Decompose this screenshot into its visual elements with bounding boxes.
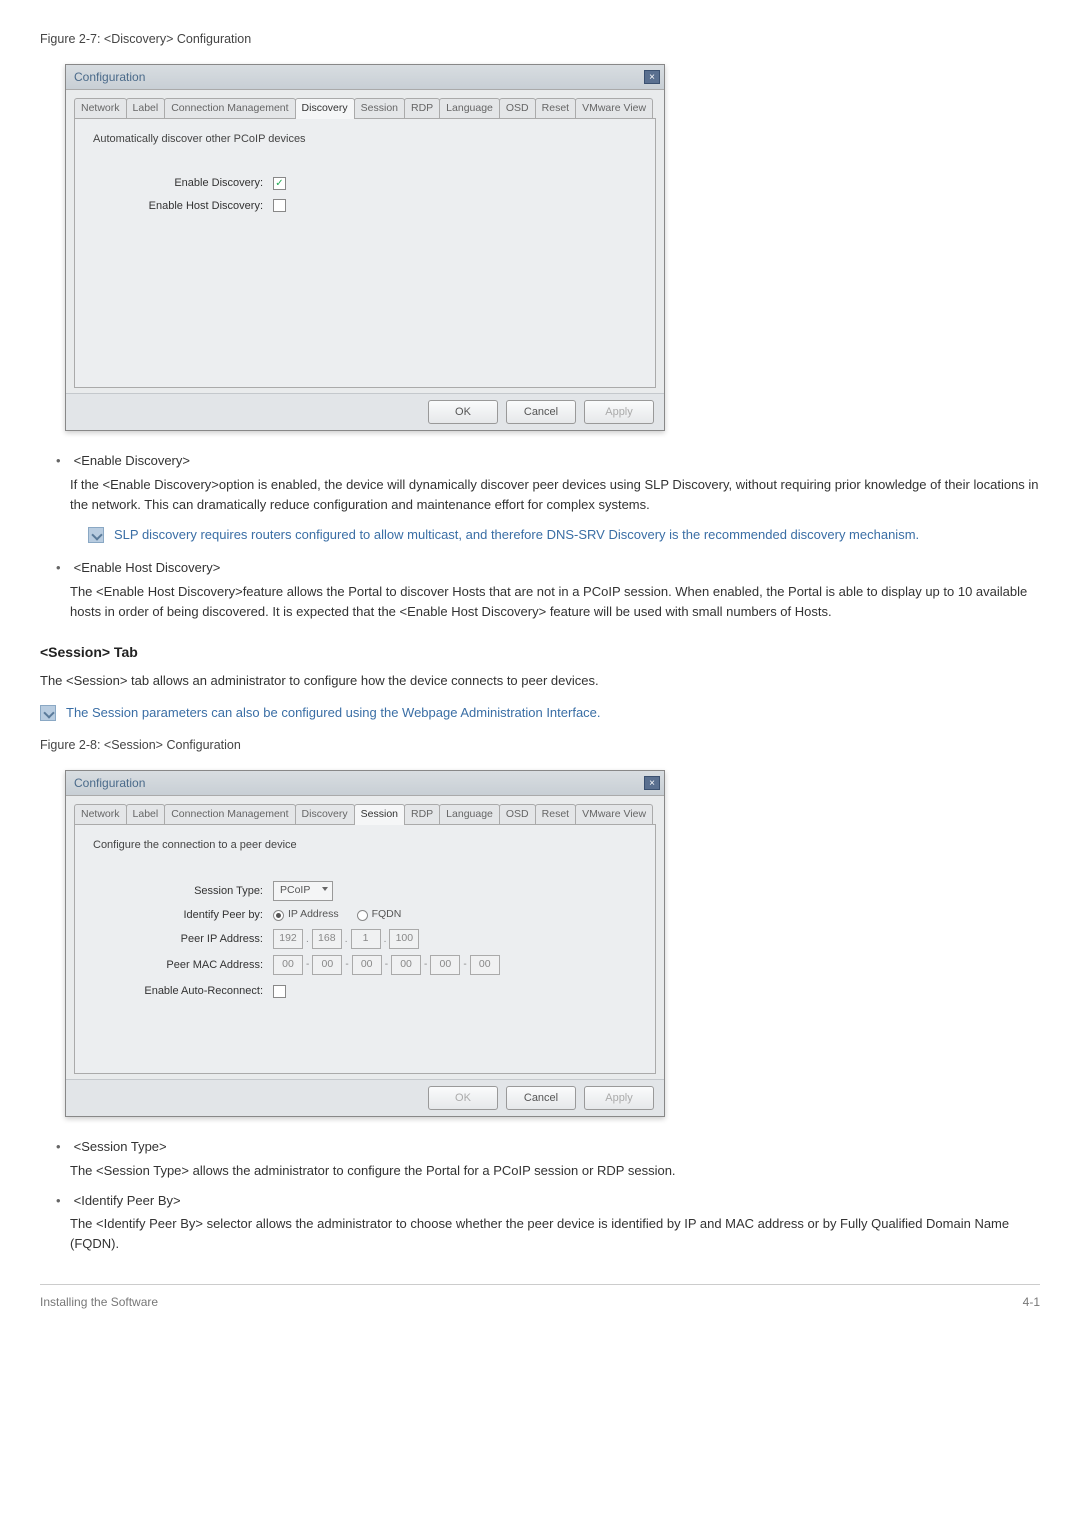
session-dialog: Configuration × Network Label Connection… [65, 770, 665, 1117]
tab-osd[interactable]: OSD [499, 98, 536, 119]
dialog-button-bar: OK Cancel Apply [66, 1079, 664, 1117]
mac-seg[interactable]: 00 [273, 955, 303, 975]
bullet-enable-host-discovery-body: The <Enable Host Discovery>feature allow… [70, 582, 1040, 622]
identify-peer-label: Identify Peer by: [93, 907, 273, 924]
figure-caption: Figure 2-7: <Discovery> Configuration [40, 30, 1040, 49]
auto-reconnect-checkbox[interactable] [273, 985, 286, 998]
peer-ip-label: Peer IP Address: [93, 931, 273, 948]
ok-button[interactable]: OK [428, 400, 498, 425]
discovery-dialog: Configuration × Network Label Connection… [65, 64, 665, 431]
mac-seg[interactable]: 00 [352, 955, 382, 975]
tab-strip: Network Label Connection Management Disc… [74, 98, 656, 119]
bullet-enable-host-discovery-title: <Enable Host Discovery> [74, 560, 221, 575]
note-text: SLP discovery requires routers configure… [114, 525, 919, 545]
bullet-session-type-body: The <Session Type> allows the administra… [70, 1161, 1040, 1181]
apply-button[interactable]: Apply [584, 400, 654, 425]
tab-vmware-view[interactable]: VMware View [575, 804, 653, 825]
identify-ip-radio[interactable]: IP Address [273, 907, 339, 923]
figure-caption: Figure 2-8: <Session> Configuration [40, 736, 1040, 755]
tab-network[interactable]: Network [74, 98, 127, 119]
dialog-title: Configuration [74, 68, 145, 86]
page-footer: Installing the Software 4-1 [40, 1284, 1040, 1311]
cancel-button[interactable]: Cancel [506, 1086, 576, 1111]
bullet-identify-peer-title: <Identify Peer By> [74, 1193, 181, 1208]
tab-session[interactable]: Session [354, 98, 405, 119]
session-type-select[interactable]: PCoIP [273, 881, 333, 901]
tab-osd[interactable]: OSD [499, 804, 536, 825]
bullet-enable-discovery-title: <Enable Discovery> [74, 453, 190, 468]
mac-seg[interactable]: 00 [312, 955, 342, 975]
auto-reconnect-label: Enable Auto-Reconnect: [93, 983, 273, 1000]
tab-session[interactable]: Session [354, 804, 405, 825]
identify-fqdn-radio-label: FQDN [372, 907, 402, 923]
peer-mac-label: Peer MAC Address: [93, 957, 273, 974]
footer-left: Installing the Software [40, 1293, 158, 1311]
bullet-identify-peer-body: The <Identify Peer By> selector allows t… [70, 1214, 1040, 1254]
tab-language[interactable]: Language [439, 98, 500, 119]
tab-network[interactable]: Network [74, 804, 127, 825]
ip-seg[interactable]: 100 [389, 929, 419, 949]
panel-description: Automatically discover other PCoIP devic… [93, 131, 637, 148]
ip-seg[interactable]: 168 [312, 929, 342, 949]
panel-description: Configure the connection to a peer devic… [93, 837, 637, 854]
note-icon [88, 527, 104, 543]
ip-seg[interactable]: 1 [351, 929, 381, 949]
tab-reset[interactable]: Reset [535, 98, 576, 119]
tab-discovery[interactable]: Discovery [295, 98, 355, 119]
enable-host-discovery-checkbox[interactable] [273, 199, 286, 212]
tab-rdp[interactable]: RDP [404, 804, 440, 825]
tab-label[interactable]: Label [126, 98, 166, 119]
session-tab-panel: Configure the connection to a peer devic… [74, 824, 656, 1074]
dialog-button-bar: OK Cancel Apply [66, 393, 664, 431]
tab-language[interactable]: Language [439, 804, 500, 825]
identify-ip-radio-label: IP Address [288, 907, 339, 923]
tab-discovery[interactable]: Discovery [295, 804, 355, 825]
dialog-titlebar: Configuration × [66, 771, 664, 796]
ok-button[interactable]: OK [428, 1086, 498, 1111]
peer-mac-field[interactable]: 00- 00- 00- 00- 00- 00 [273, 955, 500, 975]
session-type-label: Session Type: [93, 883, 273, 900]
mac-seg[interactable]: 00 [470, 955, 500, 975]
tab-rdp[interactable]: RDP [404, 98, 440, 119]
enable-discovery-checkbox[interactable]: ✓ [273, 177, 286, 190]
peer-ip-field[interactable]: 192. 168. 1. 100 [273, 929, 419, 949]
dialog-title: Configuration [74, 774, 145, 792]
discovery-tab-panel: Automatically discover other PCoIP devic… [74, 118, 656, 388]
tab-connection-mgmt[interactable]: Connection Management [164, 804, 295, 825]
tab-connection-mgmt[interactable]: Connection Management [164, 98, 295, 119]
mac-seg[interactable]: 00 [430, 955, 460, 975]
bullet-enable-discovery-body: If the <Enable Discovery>option is enabl… [70, 475, 1040, 515]
mac-seg[interactable]: 00 [391, 955, 421, 975]
ip-seg[interactable]: 192 [273, 929, 303, 949]
session-tab-heading: <Session> Tab [40, 642, 1040, 663]
cancel-button[interactable]: Cancel [506, 400, 576, 425]
note-text: The Session parameters can also be confi… [66, 703, 601, 723]
enable-host-discovery-label: Enable Host Discovery: [93, 198, 273, 215]
note-icon [40, 705, 56, 721]
dialog-titlebar: Configuration × [66, 65, 664, 90]
tab-vmware-view[interactable]: VMware View [575, 98, 653, 119]
footer-right: 4-1 [1023, 1293, 1040, 1311]
close-icon[interactable]: × [644, 70, 660, 84]
bullet-session-type-title: <Session Type> [74, 1139, 167, 1154]
tab-strip: Network Label Connection Management Disc… [74, 804, 656, 825]
apply-button[interactable]: Apply [584, 1086, 654, 1111]
tab-label[interactable]: Label [126, 804, 166, 825]
session-tab-intro: The <Session> tab allows an administrato… [40, 671, 1040, 691]
close-icon[interactable]: × [644, 776, 660, 790]
enable-discovery-label: Enable Discovery: [93, 175, 273, 192]
tab-reset[interactable]: Reset [535, 804, 576, 825]
identify-fqdn-radio[interactable]: FQDN [357, 907, 402, 923]
